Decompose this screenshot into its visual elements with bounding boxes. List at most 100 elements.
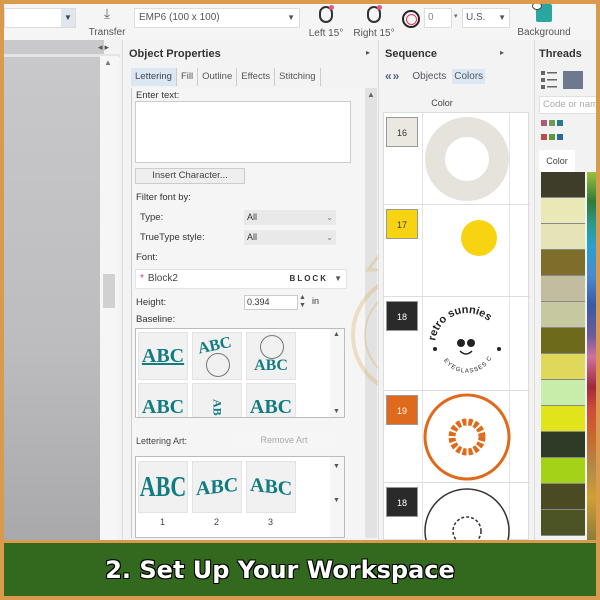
lettering-art-option-3[interactable]: ABC: [246, 461, 296, 513]
baseline-option-arc-bottom[interactable]: ABC: [246, 332, 296, 380]
lettering-art-option-1[interactable]: ABC: [138, 461, 188, 513]
enter-text-label: Enter text:: [136, 90, 180, 101]
truetype-style-select[interactable]: All ⌄: [244, 230, 336, 245]
rotate-right-button[interactable]: Right 15°: [350, 4, 398, 40]
thread-palette-icon[interactable]: [541, 120, 563, 142]
scroll-up-icon[interactable]: ▲: [367, 90, 375, 99]
spin-icon[interactable]: ▾: [454, 12, 458, 20]
design-canvas[interactable]: [4, 40, 104, 540]
rotate-left-label: Left 15°: [308, 28, 344, 39]
sequence-row[interactable]: 16: [384, 113, 530, 205]
thread-swatch[interactable]: [541, 250, 585, 276]
rotate-left-button[interactable]: Left 15°: [304, 4, 348, 40]
hoop-select[interactable]: EMP6 (100 x 100) ▼: [134, 8, 300, 28]
panel-menu-icon[interactable]: ▸: [366, 48, 370, 57]
scroll-down-icon[interactable]: ▼: [333, 408, 340, 415]
lettering-art-label: Lettering Art:: [136, 436, 188, 446]
tab-stitching[interactable]: Stitching: [275, 68, 321, 86]
black-sun-shape: [452, 516, 482, 546]
thread-swatch[interactable]: [541, 198, 585, 224]
baseline-option-text: AB: [210, 398, 225, 416]
baseline-option-4[interactable]: ABC: [138, 383, 188, 417]
sequence-nav-arrows[interactable]: «»: [385, 69, 400, 83]
thread-swatch[interactable]: [541, 432, 585, 458]
tab-effects[interactable]: Effects: [237, 68, 276, 86]
height-spinner[interactable]: ▲ ▼: [299, 294, 306, 310]
tab-lettering[interactable]: Lettering: [131, 68, 177, 86]
font-value: Block2: [147, 273, 178, 284]
scrollbar-thumb[interactable]: [103, 274, 115, 308]
enter-text-input[interactable]: [135, 101, 351, 163]
thread-swatch[interactable]: [541, 380, 585, 406]
scroll-up-icon[interactable]: ▼: [333, 463, 340, 470]
thread-swatch[interactable]: [541, 484, 585, 510]
sequence-row[interactable]: 18: [384, 483, 530, 574]
height-input[interactable]: 0.394: [244, 295, 298, 310]
baseline-label: Baseline:: [136, 314, 176, 325]
thread-swatch[interactable]: [541, 458, 585, 484]
insert-character-button[interactable]: Insert Character...: [135, 168, 245, 184]
chevron-down-icon: ⌄: [326, 213, 333, 222]
type-value: All: [247, 212, 258, 222]
lettering-art-scrollbar[interactable]: ▼ ▼: [330, 457, 344, 537]
circle-guide-icon: [206, 353, 230, 377]
baseline-option-6[interactable]: ABC: [246, 383, 296, 418]
properties-scrollbar[interactable]: ▲: [365, 88, 377, 538]
type-select[interactable]: All ⌄: [244, 210, 336, 225]
scroll-down-icon[interactable]: ▼: [333, 497, 340, 504]
panel-nav-arrows[interactable]: ◂▸: [98, 42, 111, 53]
baseline-option-text: ABC: [141, 344, 185, 367]
sequence-row[interactable]: 17: [384, 205, 530, 297]
sequence-row[interactable]: 19: [384, 391, 530, 483]
black-ring-shape: [424, 488, 510, 574]
thread-view-icons[interactable]: [541, 70, 591, 90]
thread-spectrum-strip[interactable]: [587, 172, 596, 542]
tab-colors[interactable]: Colors: [452, 68, 486, 84]
lettering-art-option-2[interactable]: ABC: [192, 461, 242, 513]
color-swatch: 19: [386, 395, 418, 425]
lettering-art-number: 3: [268, 517, 274, 527]
thread-swatch[interactable]: [541, 224, 585, 250]
scroll-up-icon[interactable]: ▲: [333, 331, 340, 338]
baseline-option-text: ABC: [249, 395, 293, 418]
baseline-option-straight[interactable]: ABC: [138, 332, 188, 380]
truetype-style-label: TrueType style:: [140, 232, 205, 243]
favorite-star-icon: *: [140, 273, 144, 284]
hoop-value: EMP6 (100 x 100): [139, 12, 220, 23]
threads-panel: Threads Code or name Color: [534, 40, 596, 542]
rotation-input[interactable]: 0: [424, 8, 452, 28]
tab-outline[interactable]: Outline: [198, 68, 238, 86]
thread-swatch[interactable]: [541, 328, 585, 354]
scroll-up-icon[interactable]: ▲: [104, 58, 112, 67]
transfer-button[interactable]: ⤓ Transfer: [82, 4, 132, 40]
transfer-label: Transfer: [88, 27, 126, 38]
tab-fill[interactable]: Fill: [177, 68, 199, 86]
left-combo[interactable]: ▼: [4, 8, 76, 28]
thread-swatch[interactable]: [541, 302, 585, 328]
baseline-option-arc-top[interactable]: ABC: [192, 332, 242, 380]
baseline-scrollbar[interactable]: ▲ ▼: [330, 329, 344, 417]
units-select[interactable]: U.S. ▼: [462, 8, 510, 28]
font-preview: BLOCK: [289, 274, 328, 283]
logo-top-text: retro sunnies: [426, 304, 494, 342]
sequence-row[interactable]: 18 retro sunnies EYEGLASSES CO: [384, 293, 530, 391]
lettering-art-text: ABC: [249, 473, 293, 500]
toolbar: ▼ ⤓ Transfer EMP6 (100 x 100) ▼ Left 15°…: [4, 4, 596, 40]
thread-swatch[interactable]: [541, 510, 585, 536]
thread-search-input[interactable]: Code or name: [539, 96, 596, 114]
tab-objects[interactable]: Objects: [410, 69, 448, 84]
thread-swatch[interactable]: [541, 406, 585, 432]
orange-sun-shape: [448, 418, 486, 456]
remove-art-button[interactable]: Remove Art: [230, 432, 338, 448]
thread-swatch[interactable]: [541, 354, 585, 380]
chevron-down-icon[interactable]: ▼: [61, 9, 75, 27]
canvas-scrollbar[interactable]: ▲: [100, 56, 118, 540]
panel-title: Sequence: [385, 48, 437, 60]
panel-menu-icon[interactable]: ▸: [500, 48, 504, 57]
thread-swatch[interactable]: [541, 172, 585, 198]
thread-swatch[interactable]: [541, 276, 585, 302]
color-sequence-list: 16 17 18 retro sunnies EYEGLASSES C 19 1…: [383, 112, 530, 574]
font-select[interactable]: * Block2 BLOCK ▼: [135, 269, 347, 289]
background-button[interactable]: Background: [514, 4, 574, 40]
baseline-option-vertical[interactable]: AB: [192, 383, 242, 417]
